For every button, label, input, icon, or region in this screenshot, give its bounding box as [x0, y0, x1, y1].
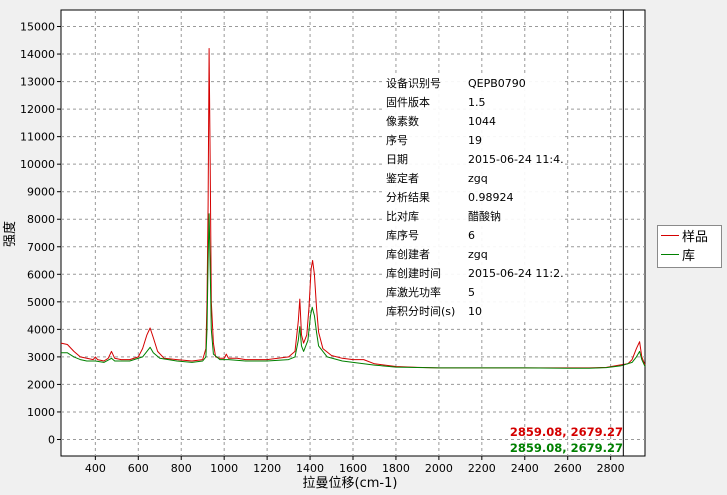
x-tick-label: 1600 [339, 462, 367, 475]
info-row: 固件版本 1.5 [383, 93, 564, 112]
x-tick-label: 1000 [210, 462, 238, 475]
y-tick-label: 10000 [20, 158, 55, 171]
x-tick-label: 1400 [296, 462, 324, 475]
y-tick-label: 8000 [27, 213, 55, 226]
y-axis-title: 强度 [2, 221, 18, 247]
info-row: 库创建者 zgq [383, 245, 564, 264]
info-key: 序号 [386, 134, 408, 147]
legend-swatch-library [661, 254, 679, 255]
legend-label-sample: 样品 [682, 230, 709, 245]
spectrum-chart[interactable]: 0100020003000400050006000700080009000100… [0, 0, 727, 495]
y-tick-label: 6000 [27, 268, 55, 281]
info-row: 像素数 1044 [383, 112, 564, 131]
info-key: 分析结果 [386, 191, 430, 204]
info-row: 鉴定者 zgq [383, 169, 564, 188]
info-key: 库激光功率 [386, 286, 441, 299]
x-tick-label: 400 [85, 462, 106, 475]
info-key: 库积分时间(s) [386, 305, 456, 318]
info-value: QEPB0790 [468, 77, 526, 90]
y-tick-label: 13000 [20, 76, 55, 89]
info-key: 像素数 [386, 115, 419, 128]
y-tick-label: 5000 [27, 296, 55, 309]
x-tick-label: 2400 [511, 462, 539, 475]
x-tick-label: 600 [128, 462, 149, 475]
y-tick-label: 12000 [20, 103, 55, 116]
x-tick-label: 2200 [468, 462, 496, 475]
info-row: 设备识别号 QEPB0790 [383, 74, 564, 93]
legend: 样品 库 [657, 225, 722, 268]
x-tick-label: 2800 [597, 462, 625, 475]
sample-info-table: 设备识别号 QEPB0790 固件版本 1.5 像素数 1044 序号 19 日期 201… [383, 74, 564, 321]
info-row: 库激光功率 5 [383, 283, 564, 302]
legend-label-library: 库 [682, 249, 696, 264]
y-tick-labels: 0 1000 2000 3000 4000 5000 6000 7000 8000 9000 100… [20, 21, 61, 446]
y-tick-label: 14000 [20, 48, 55, 61]
info-value: zgq [468, 248, 488, 261]
x-tick-label: 1800 [382, 462, 410, 475]
info-value: zgq [468, 172, 488, 185]
y-tick-label: 9000 [27, 186, 55, 199]
y-tick-label: 15000 [20, 21, 55, 34]
y-tick-label: 3000 [27, 351, 55, 364]
y-tick-label: 4000 [27, 323, 55, 336]
info-row: 序号 19 [383, 131, 564, 150]
info-row: 日期 2015-06-24 11:4... [383, 150, 564, 169]
y-tick-label: 7000 [27, 241, 55, 254]
x-tick-label: 800 [171, 462, 192, 475]
legend-item-library[interactable]: 库 [658, 245, 721, 264]
info-row: 库创建时间 2015-06-24 11:2... [383, 264, 564, 283]
info-value: 0.98924 [468, 191, 514, 204]
info-key: 设备识别号 [386, 77, 441, 90]
legend-swatch-sample [661, 235, 679, 236]
y-tick-label: 0 [48, 433, 55, 446]
info-key: 比对库 [386, 210, 419, 223]
info-value: 6 [468, 229, 475, 242]
x-tick-labels: 400 600 800 1000 1200 1400 1600 1800 2000 2200 240… [85, 456, 625, 475]
y-tick-label: 1000 [27, 406, 55, 419]
info-row: 库积分时间(s) 10 [383, 302, 564, 321]
x-axis-title: 拉曼位移(cm-1) [303, 476, 398, 491]
info-value: 10 [468, 305, 482, 318]
info-value: 2015-06-24 11:2... [468, 267, 564, 280]
legend-item-sample[interactable]: 样品 [658, 226, 721, 245]
info-key: 库序号 [386, 229, 419, 242]
info-key: 日期 [386, 153, 408, 166]
info-value: 2015-06-24 11:4... [468, 153, 564, 166]
x-tick-label: 2000 [425, 462, 453, 475]
info-key: 固件版本 [386, 96, 430, 109]
cursor-readout-sample: 2859.08, 2679.27 [509, 425, 623, 439]
y-tick-label: 11000 [20, 131, 55, 144]
info-row: 比对库 醋酸钠 [383, 207, 564, 226]
info-key: 库创建者 [386, 248, 430, 261]
info-value: 1.5 [468, 96, 486, 109]
info-key: 鉴定者 [386, 172, 419, 185]
x-tick-label: 2600 [554, 462, 582, 475]
cursor-readout-library: 2859.08, 2679.27 [509, 441, 623, 455]
info-value: 5 [468, 286, 475, 299]
info-row: 分析结果 0.98924 [383, 188, 564, 207]
x-tick-label: 1200 [253, 462, 281, 475]
info-key: 库创建时间 [386, 267, 441, 280]
y-tick-label: 2000 [27, 378, 55, 391]
info-value: 1044 [468, 115, 496, 128]
info-row: 库序号 6 [383, 226, 564, 245]
info-value: 醋酸钠 [468, 210, 501, 223]
info-value: 19 [468, 134, 482, 147]
